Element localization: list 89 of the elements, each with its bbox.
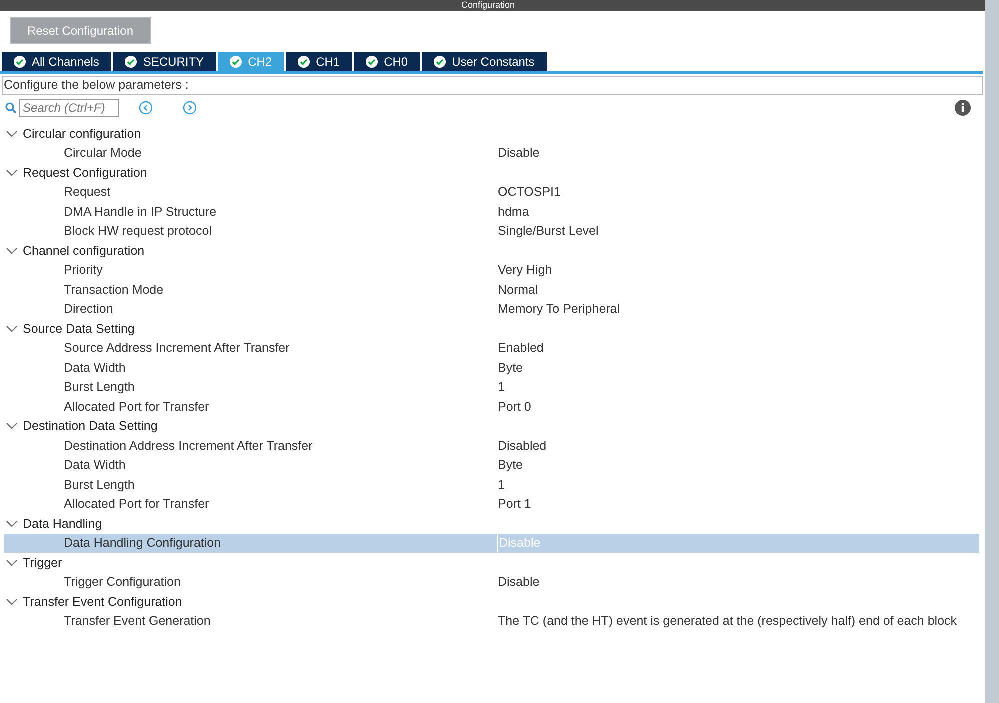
parameter-name: Transaction Mode: [63, 282, 165, 297]
parameter-name: Burst Length: [63, 380, 136, 394]
next-button[interactable]: [183, 101, 197, 115]
parameter-row[interactable]: Data Width Byte: [4, 456, 979, 475]
parameter-row[interactable]: Circular Mode Disable: [4, 144, 979, 163]
chevron-icon[interactable]: [6, 128, 18, 139]
parameter-row[interactable]: Burst Length 1: [4, 475, 979, 494]
check-icon: [298, 56, 310, 68]
parameter-row[interactable]: Source Address Increment After Transfer Enabled: [4, 338, 979, 358]
parameter-row[interactable]: Priority Very High: [4, 260, 979, 280]
parameter-name: Direction: [63, 302, 114, 316]
chevron-icon[interactable]: [6, 246, 18, 256]
parameter-value: Byte: [497, 360, 524, 377]
chevron-icon[interactable]: [6, 518, 18, 529]
parameter-value: Normal: [497, 282, 540, 299]
parameter-value: Disable: [497, 574, 541, 592]
parameter-value: hdma: [497, 204, 530, 221]
parameter-value: 1: [497, 379, 506, 396]
parameter-row[interactable]: Data Handling Configuration Disable: [4, 534, 979, 553]
parameter-name: Data Width: [63, 360, 127, 375]
parameter-row[interactable]: Transaction Mode Normal: [4, 280, 979, 300]
parameter-value: OCTOSPI1: [497, 184, 562, 202]
tab[interactable]: CH1: [286, 52, 352, 71]
parameter-value: Enabled: [497, 340, 545, 358]
info-icon[interactable]: [955, 100, 971, 116]
parameter-value: Byte: [497, 457, 524, 474]
chevron-icon[interactable]: [6, 324, 18, 334]
parameter-name: Priority: [63, 263, 104, 278]
parameter-row[interactable]: Destination Address Increment After Transfer Disabled: [4, 436, 979, 456]
parameter-name: Allocated Port for Transfer: [63, 497, 210, 512]
parameter-name: DMA Handle in IP Structure: [63, 204, 218, 219]
parameter-value: Port 0: [497, 398, 532, 416]
description-box: Configure the below parameters :: [2, 76, 983, 95]
parameter-row[interactable]: Trigger Configuration Disable: [4, 572, 979, 592]
chevron-icon[interactable]: [6, 421, 18, 432]
scrollbar[interactable]: [985, 0, 999, 703]
parameter-name: Data Handling Configuration: [63, 536, 222, 550]
tab[interactable]: SECURITY: [113, 52, 216, 71]
chevron-icon[interactable]: [6, 168, 18, 178]
group-label: Trigger: [23, 556, 62, 570]
parameter-row[interactable]: DMA Handle in IP Structure hdma: [4, 202, 979, 222]
check-icon: [230, 56, 242, 68]
parameter-name: Allocated Port for Transfer: [63, 400, 210, 414]
parameter-value: Disable: [497, 145, 541, 162]
parameter-value: 1: [497, 476, 506, 494]
parameter-name: Burst Length: [63, 478, 136, 492]
window-title: Configuration: [461, 0, 515, 11]
parameter-value: Port 1: [497, 496, 532, 514]
group-label: Channel configuration: [23, 244, 145, 258]
tab[interactable]: User Constants: [422, 52, 547, 71]
parameter-row[interactable]: Data Width Byte: [4, 358, 979, 378]
parameter-name: Circular Mode: [63, 146, 143, 160]
parameter-row[interactable]: Request OCTOSPI1: [4, 182, 979, 202]
check-icon: [366, 56, 378, 68]
check-icon: [434, 56, 446, 68]
parameter-name: Trigger Configuration: [63, 575, 182, 590]
parameter-value: Very High: [497, 262, 554, 280]
parameter-value: Disable: [497, 534, 979, 553]
tab[interactable]: All Channels: [2, 52, 112, 71]
previous-button[interactable]: [139, 101, 153, 115]
parameter-row[interactable]: Burst Length 1: [4, 378, 979, 397]
parameter-value: The TC (and the HT) event is generated at the (respectively half) end of each block: [497, 613, 958, 630]
chevron-icon[interactable]: [6, 558, 18, 568]
group-label: Source Data Setting: [23, 322, 135, 336]
group-label: Request Configuration: [23, 166, 148, 180]
group-label: Data Handling: [23, 516, 102, 531]
group-label: Circular configuration: [23, 126, 142, 141]
chevron-icon[interactable]: [6, 596, 18, 607]
parameter-name: Destination Address Increment After Transfer: [63, 438, 314, 453]
group-label: Destination Data Setting: [23, 419, 158, 434]
parameter-name: Data Width: [63, 458, 127, 472]
tab[interactable]: CH0: [354, 52, 420, 71]
check-icon: [14, 56, 26, 68]
parameter-name: Source Address Increment After Transfer: [63, 341, 291, 356]
parameter-row[interactable]: Allocated Port for Transfer Port 0: [4, 397, 979, 416]
search-field[interactable]: Search (Ctrl+F): [19, 99, 119, 117]
parameter-name: Request: [63, 185, 112, 200]
parameter-row[interactable]: Transfer Event Generation The TC (and the HT) event is generated at the (respectively half) end of each block: [4, 612, 979, 631]
parameter-value: Single/Burst Level: [497, 223, 600, 240]
search-icon: [5, 102, 17, 114]
group-label: Transfer Event Configuration: [23, 594, 182, 609]
check-icon: [125, 56, 138, 68]
parameter-name: Block HW request protocol: [63, 224, 213, 238]
parameter-row[interactable]: Direction Memory To Peripheral: [4, 300, 979, 319]
parameter-row[interactable]: Block HW request protocol Single/Burst Level: [4, 222, 979, 241]
parameter-value: Disabled: [497, 438, 548, 455]
parameter-row[interactable]: Allocated Port for Transfer Port 1: [4, 494, 979, 514]
parameter-name: Transfer Event Generation: [63, 614, 212, 628]
parameter-value: Memory To Peripheral: [497, 301, 622, 318]
